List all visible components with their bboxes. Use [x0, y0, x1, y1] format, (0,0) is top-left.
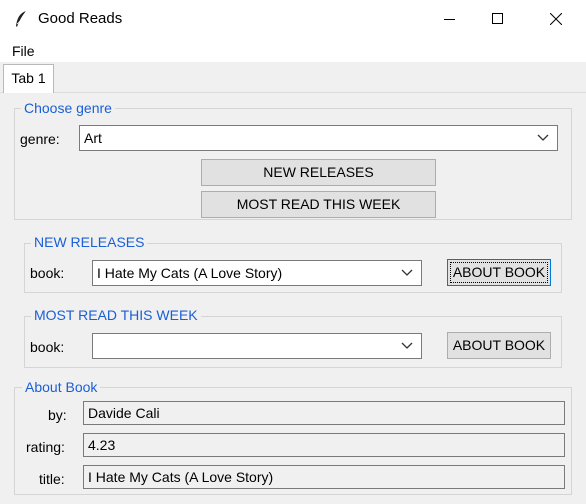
minimize-icon: [444, 19, 455, 20]
choose-genre-title: Choose genre: [21, 100, 115, 116]
genre-combobox[interactable]: Art: [79, 125, 558, 151]
feather-icon: [16, 10, 27, 27]
genre-label: genre:: [20, 131, 60, 147]
new-releases-about-book-button[interactable]: ABOUT BOOK: [447, 259, 551, 286]
notebook-divider: [0, 92, 586, 93]
title-value: I Hate My Cats (A Love Story): [88, 469, 274, 485]
close-icon: [550, 13, 562, 25]
new-releases-title: NEW RELEASES: [31, 234, 148, 250]
new-releases-book-label: book:: [30, 265, 65, 281]
tab-1[interactable]: Tab 1: [3, 64, 54, 93]
most-read-book-label: book:: [30, 339, 65, 355]
chevron-down-icon: [537, 134, 549, 141]
maximize-icon: [492, 13, 503, 24]
rating-value: 4.23: [88, 437, 116, 453]
new-releases-book-value: I Hate My Cats (A Love Story): [97, 265, 283, 281]
menu-file[interactable]: File: [12, 43, 35, 59]
genre-value: Art: [84, 130, 102, 146]
about-book-title: About Book: [22, 379, 101, 395]
most-read-book-combobox[interactable]: [92, 333, 422, 359]
most-read-title: MOST READ THIS WEEK: [31, 307, 201, 323]
minimize-button[interactable]: [427, 0, 473, 38]
rating-field[interactable]: 4.23: [83, 433, 565, 457]
window-title: Good Reads: [38, 10, 123, 27]
by-field[interactable]: Davide Cali: [83, 401, 565, 425]
close-button[interactable]: [533, 0, 579, 38]
by-value: Davide Cali: [88, 405, 160, 421]
new-releases-book-combobox[interactable]: I Hate My Cats (A Love Story): [92, 260, 422, 286]
maximize-button[interactable]: [475, 0, 521, 38]
focus-ring: [450, 262, 548, 283]
most-read-about-book-button[interactable]: ABOUT BOOK: [447, 332, 551, 359]
rating-label: rating:: [26, 439, 65, 455]
title-field[interactable]: I Hate My Cats (A Love Story): [83, 465, 565, 489]
most-read-button[interactable]: MOST READ THIS WEEK: [201, 191, 436, 218]
chevron-down-icon: [401, 342, 413, 349]
by-label: by:: [48, 407, 67, 423]
title-bar: Good Reads: [0, 0, 586, 38]
new-releases-button[interactable]: NEW RELEASES: [201, 159, 436, 186]
chevron-down-icon: [401, 269, 413, 276]
menu-bar: File: [0, 38, 586, 62]
title-label: title:: [39, 471, 65, 487]
